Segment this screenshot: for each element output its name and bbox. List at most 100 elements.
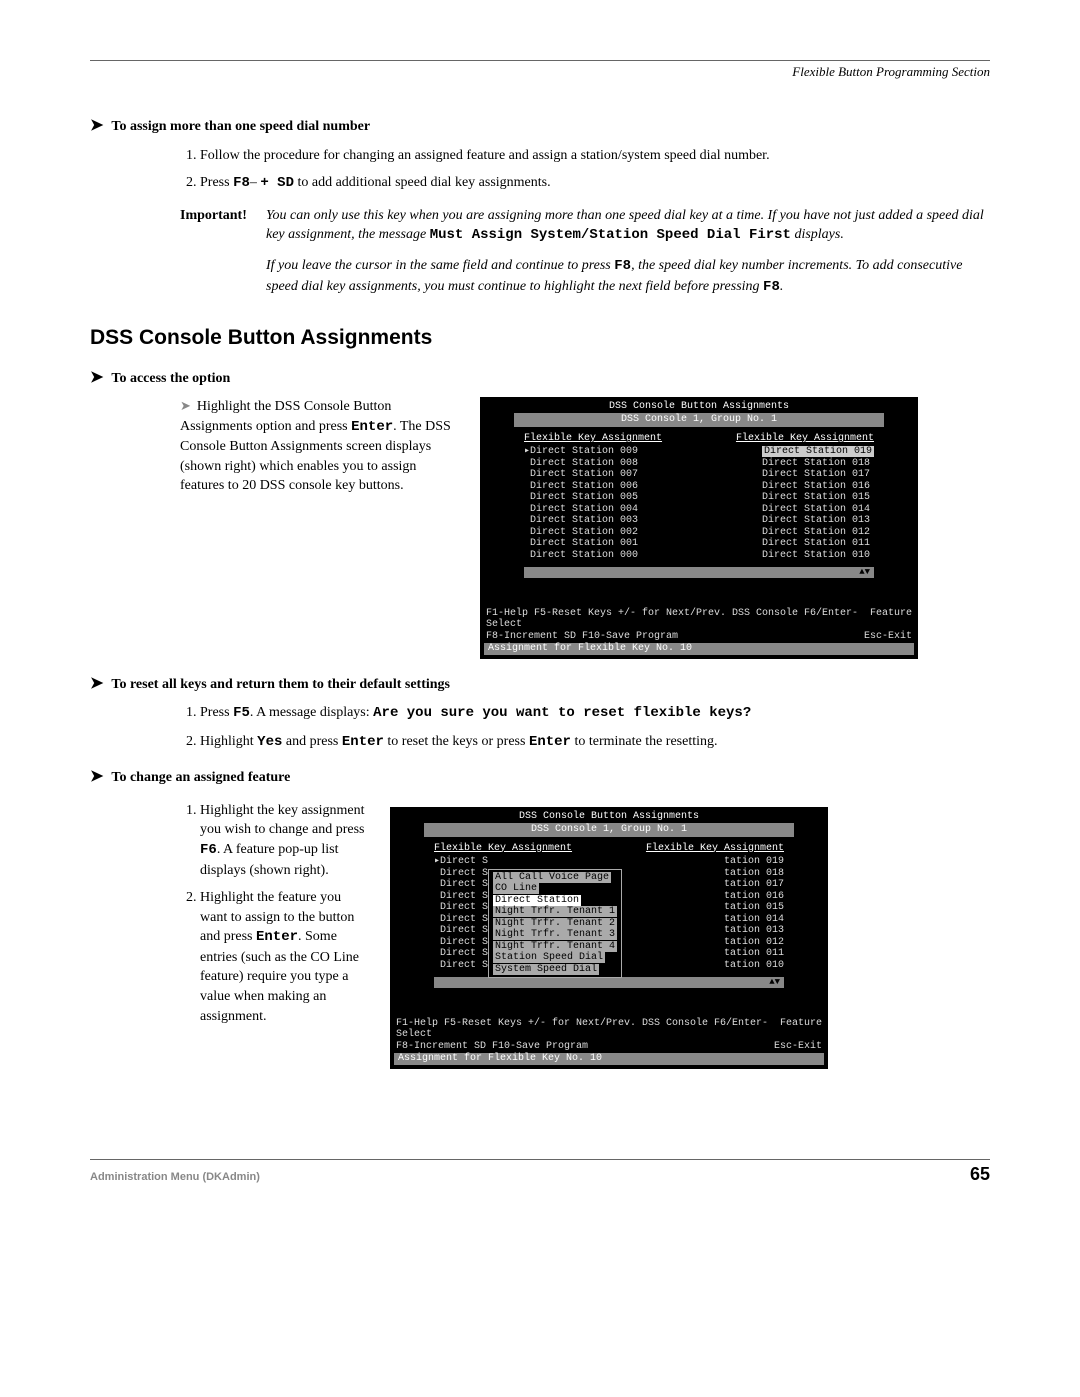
scroll-indicator: ▲▼ — [434, 977, 784, 987]
terminal-subtitle: DSS Console 1, Group No. 1 — [514, 413, 884, 427]
sub-arrow-icon: ➤ — [180, 398, 191, 413]
list-item: Press F5. A message displays: Are you su… — [200, 703, 990, 724]
list-item: tation 015 — [724, 902, 784, 914]
heading-text: To access the option — [111, 369, 230, 389]
list-item: Direct Station 014 — [762, 504, 874, 516]
list-item: Direct Station 017 — [762, 469, 874, 481]
list-item: Direct S — [434, 948, 488, 960]
list-item: Direct S — [434, 914, 488, 926]
access-text: ➤Highlight the DSS Console Button Assign… — [180, 397, 460, 496]
steps-reset-keys: Press F5. A message displays: Are you su… — [180, 703, 990, 752]
list-item: Direct Station 002 — [524, 527, 638, 539]
terminal-footer-keys: Esc-Exit — [864, 631, 912, 643]
terminal-status-bar: Assignment for Flexible Key No. 10 — [484, 643, 914, 655]
list-item: Direct Station 018 — [762, 458, 874, 470]
heading-access-option: ➤ To access the option — [90, 367, 990, 389]
terminal-footer-keys: F1-Help F5-Reset Keys +/- for Next/Prev.… — [396, 1018, 780, 1041]
popup-item-selected: Direct Station — [493, 895, 617, 907]
list-item: tation 012 — [724, 937, 784, 949]
terminal-footer-keys: Esc-Exit — [774, 1041, 822, 1053]
scroll-indicator: ▲▼ — [524, 567, 874, 577]
heading-text: To change an assigned feature — [111, 768, 290, 788]
heading-change-feature: ➤ To change an assigned feature — [90, 766, 990, 788]
list-item: Direct Station 003 — [524, 515, 638, 527]
steps-change-feature: Highlight the key assignment you wish to… — [180, 801, 370, 1027]
list-item: Direct Station 004 — [524, 504, 638, 516]
terminal-status-bar: Assignment for Flexible Key No. 10 — [394, 1053, 824, 1065]
terminal-subtitle: DSS Console 1, Group No. 1 — [424, 823, 794, 837]
popup-item: System Speed Dial — [493, 964, 617, 976]
list-item: Direct S — [434, 902, 488, 914]
arrow-icon: ➤ — [90, 673, 103, 695]
column-header: Flexible Key Assignment — [524, 433, 662, 445]
list-item: Direct S — [434, 879, 488, 891]
popup-item: CO Line — [493, 883, 617, 895]
list-item: Direct Station 011 — [762, 538, 874, 550]
list-item: Direct S — [434, 891, 488, 903]
list-item: Direct Station 013 — [762, 515, 874, 527]
terminal-left-column: ▸Direct Station 009 Direct Station 008 D… — [524, 446, 638, 561]
list-item: tation 010 — [724, 960, 784, 972]
popup-item: Night Trfr. Tenant 3 — [493, 929, 617, 941]
list-item: Direct Station 000 — [524, 550, 638, 562]
list-item: Direct Station 012 — [762, 527, 874, 539]
list-item: tation 017 — [724, 879, 784, 891]
important-note: Important! You can only use this key whe… — [180, 206, 990, 246]
popup-item: All Call Voice Page — [493, 872, 617, 884]
list-item: Direct S — [434, 925, 488, 937]
list-item: Direct Station 005 — [524, 492, 638, 504]
list-item-selected: Direct Station 019 — [762, 446, 874, 458]
column-header: Flexible Key Assignment — [646, 843, 784, 855]
important-body: You can only use this key when you are a… — [266, 206, 990, 246]
list-item: ▸Direct Station 009 — [524, 446, 638, 458]
terminal-screenshot-2: DSS Console Button Assignments DSS Conso… — [390, 807, 828, 1069]
steps-assign-speed-dial: Follow the procedure for changing an ass… — [180, 146, 990, 194]
list-item: Direct Station 007 — [524, 469, 638, 481]
followup-paragraph: If you leave the cursor in the same fiel… — [266, 256, 990, 297]
terminal-right-column: Direct Station 019 Direct Station 018 Di… — [762, 446, 874, 561]
heading-assign-speed-dial: ➤ To assign more than one speed dial num… — [90, 115, 990, 137]
heading-reset-keys: ➤ To reset all keys and return them to t… — [90, 673, 990, 695]
list-item: Direct S — [434, 960, 488, 972]
terminal-footer-keys: Feature — [780, 1018, 822, 1041]
column-header: Flexible Key Assignment — [736, 433, 874, 445]
list-item: tation 011 — [724, 948, 784, 960]
terminal-title: DSS Console Button Assignments — [484, 401, 914, 413]
list-item: Direct Station 010 — [762, 550, 874, 562]
terminal-right-column: tation 019 tation 018 tation 017 tation … — [724, 856, 784, 971]
terminal-footer-keys: F8-Increment SD F10-Save Program — [486, 631, 678, 643]
list-item: Highlight the feature you want to assign… — [200, 888, 370, 1026]
popup-item: Night Trfr. Tenant 4 — [493, 941, 617, 953]
popup-item: Night Trfr. Tenant 1 — [493, 906, 617, 918]
list-item: tation 014 — [724, 914, 784, 926]
page-number: 65 — [970, 1162, 990, 1187]
section-heading-dss: DSS Console Button Assignments — [90, 323, 990, 352]
list-item: Highlight the key assignment you wish to… — [200, 801, 370, 880]
popup-item: Station Speed Dial — [493, 952, 617, 964]
list-item: tation 016 — [724, 891, 784, 903]
list-item: tation 013 — [724, 925, 784, 937]
terminal-screenshot-1: DSS Console Button Assignments DSS Conso… — [480, 397, 918, 659]
terminal-footer-keys: Feature — [870, 608, 912, 631]
heading-text: To reset all keys and return them to the… — [111, 675, 450, 695]
list-item: Direct Station 001 — [524, 538, 638, 550]
heading-text: To assign more than one speed dial numbe… — [111, 117, 370, 137]
list-item: tation 019 — [724, 856, 784, 868]
list-item: Direct Station 006 — [524, 481, 638, 493]
list-item: Direct Station 016 — [762, 481, 874, 493]
important-label: Important! — [180, 206, 260, 246]
arrow-icon: ➤ — [90, 115, 103, 137]
terminal-title: DSS Console Button Assignments — [394, 811, 824, 823]
list-item: Press F8– + SD to add additional speed d… — [200, 173, 990, 194]
list-item: Direct Station 008 — [524, 458, 638, 470]
list-item: tation 018 — [724, 868, 784, 880]
list-item: Highlight Yes and press Enter to reset t… — [200, 732, 990, 753]
popup-item: Night Trfr. Tenant 2 — [493, 918, 617, 930]
column-header: Flexible Key Assignment — [434, 843, 572, 855]
list-item: Direct S — [434, 868, 488, 880]
terminal-footer-keys: F8-Increment SD F10-Save Program — [396, 1041, 588, 1053]
list-item: ▸Direct S — [434, 856, 488, 868]
list-item: Direct S — [434, 937, 488, 949]
feature-popup-list: All Call Voice Page CO Line Direct Stati… — [488, 869, 622, 979]
terminal-left-column: ▸Direct S Direct S Direct S Direct S Dir… — [434, 856, 488, 971]
